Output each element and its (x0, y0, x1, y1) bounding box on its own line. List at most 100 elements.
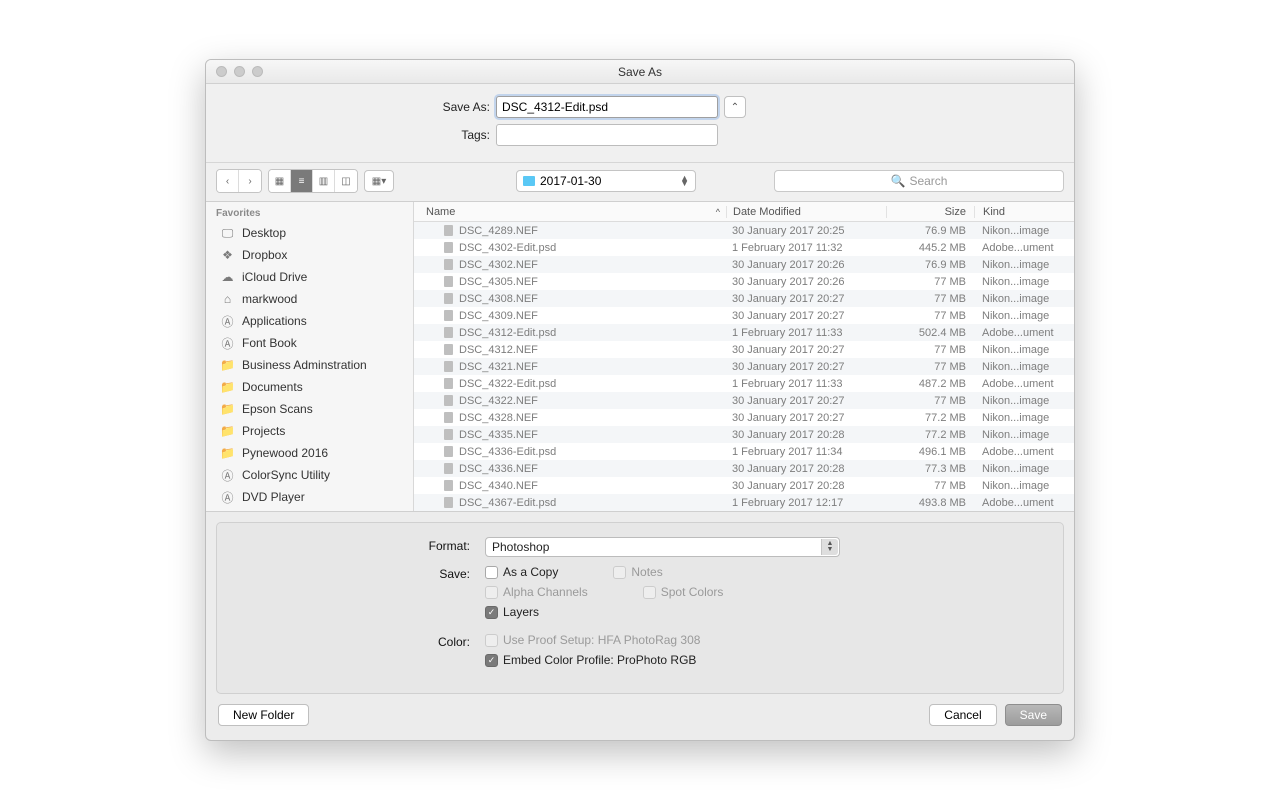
file-row[interactable]: DSC_4302-Edit.psd1 February 2017 11:3244… (414, 239, 1074, 256)
file-name-section: Save As: ⌃ Tags: (206, 84, 1074, 163)
document-icon (444, 429, 453, 440)
back-button[interactable]: ‹ (217, 170, 239, 192)
file-row[interactable]: DSC_4328.NEF30 January 2017 20:2777.2 MB… (414, 409, 1074, 426)
coverflow-view-button[interactable]: ◫ (335, 170, 357, 192)
embed-color-profile-checkbox[interactable]: ✓Embed Color Profile: ProPhoto RGB (485, 653, 1045, 667)
sidebar-item[interactable]: 📁Business Adminstration (206, 354, 413, 376)
file-size: 487.2 MB (886, 378, 974, 390)
file-row[interactable]: DSC_4335.NEF30 January 2017 20:2877.2 MB… (414, 426, 1074, 443)
file-row[interactable]: DSC_4321.NEF30 January 2017 20:2777 MBNi… (414, 358, 1074, 375)
file-row[interactable]: DSC_4289.NEF30 January 2017 20:2576.9 MB… (414, 222, 1074, 239)
file-row[interactable]: DSC_4302.NEF30 January 2017 20:2676.9 MB… (414, 256, 1074, 273)
file-row[interactable]: DSC_4340.NEF30 January 2017 20:2877 MBNi… (414, 477, 1074, 494)
location-name: 2017-01-30 (540, 174, 601, 188)
file-date: 30 January 2017 20:27 (726, 395, 886, 407)
document-icon (444, 293, 453, 304)
close-icon[interactable] (216, 66, 227, 77)
document-icon (444, 463, 453, 474)
view-mode-segmented: ▦ ≡ ▥ ◫ (268, 169, 358, 193)
column-size[interactable]: Size (886, 206, 974, 218)
file-kind: Nikon...image (974, 429, 1074, 441)
forward-button[interactable]: › (239, 170, 261, 192)
updown-caret-icon (680, 176, 689, 186)
sidebar-item[interactable]: ☁iCloud Drive (206, 266, 413, 288)
sidebar-item[interactable]: ❖Dropbox (206, 244, 413, 266)
titlebar: Save As (206, 60, 1074, 84)
folder-icon: 📁 (220, 424, 235, 438)
file-size: 77.3 MB (886, 463, 974, 475)
file-name: DSC_4302.NEF (459, 259, 538, 271)
layers-checkbox[interactable]: ✓Layers (485, 605, 539, 619)
file-size: 77 MB (886, 310, 974, 322)
file-name: DSC_4322.NEF (459, 395, 538, 407)
desktop-icon: 🖵 (220, 226, 235, 241)
home-icon: ⌂ (220, 292, 235, 306)
file-date: 30 January 2017 20:27 (726, 310, 886, 322)
color-label: Color: (235, 633, 485, 649)
tags-input[interactable] (496, 124, 718, 146)
sidebar-item[interactable]: ⒶFont Book (206, 332, 413, 354)
search-input[interactable]: 🔍 Search (774, 170, 1064, 192)
sidebar-item[interactable]: ⌂ markwood (206, 288, 413, 310)
arrange-button[interactable]: ▦▾ (364, 170, 394, 192)
file-date: 1 February 2017 11:33 (726, 327, 886, 339)
sidebar-item[interactable]: 📁Projects (206, 420, 413, 442)
zoom-icon[interactable] (252, 66, 263, 77)
file-row[interactable]: DSC_4305.NEF30 January 2017 20:2677 MBNi… (414, 273, 1074, 290)
file-kind: Adobe...ument (974, 242, 1074, 254)
sidebar-item-label: Applications (242, 314, 307, 328)
alpha-channels-checkbox: Alpha Channels (485, 585, 588, 599)
sidebar-item-label: markwood (242, 292, 297, 306)
file-row[interactable]: DSC_4312.NEF30 January 2017 20:2777 MBNi… (414, 341, 1074, 358)
format-select[interactable]: Photoshop ▲▼ (485, 537, 840, 557)
sidebar-item[interactable]: 📁Documents (206, 376, 413, 398)
file-name: DSC_4302-Edit.psd (459, 242, 556, 254)
file-name: DSC_4305.NEF (459, 276, 538, 288)
file-list[interactable]: DSC_4289.NEF30 January 2017 20:2576.9 MB… (414, 222, 1074, 511)
sidebar: Favorites 🖵Desktop❖Dropbox☁iCloud Drive⌂… (206, 202, 414, 511)
file-row[interactable]: DSC_4336-Edit.psd1 February 2017 11:3449… (414, 443, 1074, 460)
file-row[interactable]: DSC_4312-Edit.psd1 February 2017 11:3350… (414, 324, 1074, 341)
save-button[interactable]: Save (1005, 704, 1062, 726)
file-row[interactable]: DSC_4322-Edit.psd1 February 2017 11:3348… (414, 375, 1074, 392)
sidebar-item[interactable]: ⒶDVD Player (206, 486, 413, 508)
document-icon (444, 480, 453, 491)
file-name: DSC_4312.NEF (459, 344, 538, 356)
icon-view-button[interactable]: ▦ (269, 170, 291, 192)
save-options-panel: Format: Photoshop ▲▼ Save: As a Copy Not… (216, 522, 1064, 694)
cancel-button[interactable]: Cancel (929, 704, 996, 726)
format-label: Format: (235, 537, 485, 553)
column-headers: Name^ Date Modified Size Kind (414, 202, 1074, 222)
file-kind: Nikon...image (974, 276, 1074, 288)
sidebar-item[interactable]: 📁Pynewood 2016 (206, 442, 413, 464)
sidebar-item[interactable]: 📁Epson Scans (206, 398, 413, 420)
file-row[interactable]: DSC_4309.NEF30 January 2017 20:2777 MBNi… (414, 307, 1074, 324)
minimize-icon[interactable] (234, 66, 245, 77)
location-popup[interactable]: 2017-01-30 (516, 170, 696, 192)
file-kind: Nikon...image (974, 310, 1074, 322)
sidebar-item-label: Pynewood 2016 (242, 446, 328, 460)
list-view-button[interactable]: ≡ (291, 170, 313, 192)
column-name[interactable]: Name^ (414, 206, 726, 218)
new-folder-button[interactable]: New Folder (218, 704, 309, 726)
column-kind[interactable]: Kind (974, 206, 1074, 218)
save-as-input[interactable] (496, 96, 718, 118)
file-name: DSC_4367-Edit.psd (459, 497, 556, 509)
column-date[interactable]: Date Modified (726, 206, 886, 218)
document-icon (444, 395, 453, 406)
sidebar-item[interactable]: 🖵 Desktop (206, 222, 413, 244)
file-row[interactable]: DSC_4367-Edit.psd1 February 2017 12:1749… (414, 494, 1074, 511)
column-view-button[interactable]: ▥ (313, 170, 335, 192)
file-row[interactable]: DSC_4308.NEF30 January 2017 20:2777 MBNi… (414, 290, 1074, 307)
file-row[interactable]: DSC_4336.NEF30 January 2017 20:2877.3 MB… (414, 460, 1074, 477)
file-row[interactable]: DSC_4322.NEF30 January 2017 20:2777 MBNi… (414, 392, 1074, 409)
sidebar-item-label: Desktop (242, 226, 286, 240)
document-icon (444, 412, 453, 423)
sidebar-item[interactable]: ⒶColorSync Utility (206, 464, 413, 486)
file-name: DSC_4308.NEF (459, 293, 538, 305)
app-icon: Ⓐ (220, 467, 235, 484)
expand-collapse-button[interactable]: ⌃ (724, 96, 746, 118)
as-a-copy-checkbox[interactable]: As a Copy (485, 565, 558, 579)
file-kind: Nikon...image (974, 395, 1074, 407)
sidebar-item[interactable]: ⒶApplications (206, 310, 413, 332)
